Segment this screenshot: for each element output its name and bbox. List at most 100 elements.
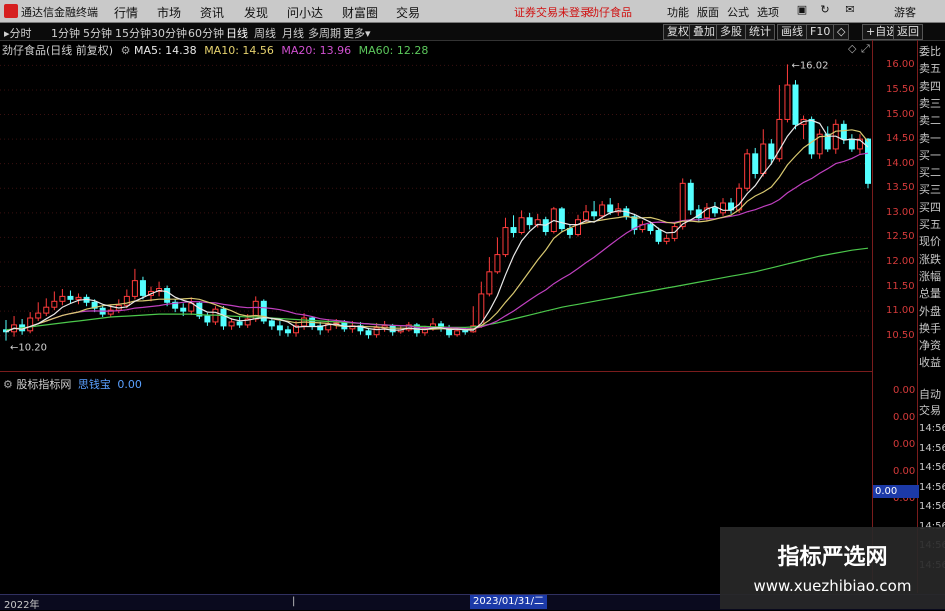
candle-up — [663, 237, 670, 242]
menu-item-trade[interactable]: 交易 — [396, 4, 420, 21]
quote-label: 买五 — [919, 218, 941, 231]
menu-item-market[interactable]: 行情 — [114, 4, 138, 21]
quote-label: 卖三 — [919, 96, 941, 110]
menu-item-layout[interactable]: 版面 — [697, 4, 719, 20]
quote-label: 买一 — [919, 148, 941, 162]
candle-down — [236, 321, 243, 326]
period-tab-5min[interactable]: 5分钟 — [83, 25, 112, 41]
login-alert[interactable]: 证券交易未登录 — [514, 4, 591, 20]
back-button[interactable]: 返回 — [893, 24, 923, 40]
period-tab-1min[interactable]: 1分钟 — [51, 25, 80, 41]
quote-label: 外盘 — [919, 304, 941, 318]
period-tab-more[interactable]: 更多▾ — [343, 25, 371, 41]
statistics-button[interactable]: 统计 — [745, 24, 775, 40]
candle-down — [365, 330, 372, 336]
trade-time: 14:56 — [919, 423, 945, 434]
candle-up — [486, 271, 493, 295]
candle-up — [454, 330, 461, 336]
candle-up — [252, 300, 259, 320]
period-tab-multi[interactable]: 多周期 — [308, 25, 341, 41]
high-annotation: ←16.02 — [791, 60, 828, 71]
indicator-value: 0.00 — [117, 378, 142, 391]
menu-item-news[interactable]: 资讯 — [200, 4, 224, 21]
period-tab-intraday[interactable]: ▸分时 — [4, 25, 32, 41]
mail-icon[interactable]: ✉ — [843, 3, 857, 17]
price-tick-label: 12.50 — [886, 231, 915, 243]
candle-up — [784, 84, 791, 120]
trade-time: 14:56 — [919, 442, 945, 454]
candle-down — [607, 204, 614, 213]
candle-down — [655, 230, 662, 242]
candle-up — [744, 153, 751, 189]
period-tab-15min[interactable]: 15分钟 — [115, 25, 151, 41]
chevron-down-icon: ▾ — [365, 27, 371, 40]
candle-up — [502, 227, 509, 256]
quote-label: 收益 — [919, 356, 941, 370]
price-tick-label: 14.00 — [886, 157, 915, 169]
indicator-settings-icon[interactable]: ⚙ — [3, 378, 13, 391]
price-axis-divider — [872, 40, 873, 593]
quote-label: 委比 — [919, 45, 941, 58]
trade-time: 14:56 — [919, 462, 945, 473]
skin-icon[interactable]: ▣ — [795, 3, 809, 17]
candle-up — [494, 254, 501, 273]
indicator-source: 股标指标网 — [16, 378, 72, 391]
period-tab-60min[interactable]: 60分钟 — [188, 25, 224, 41]
quote-label: 买四 — [919, 200, 941, 214]
indicator-side-label[interactable]: 交易 — [919, 402, 941, 418]
indicator-name[interactable]: 思钱宝 — [78, 378, 111, 391]
price-tick-label: 13.50 — [886, 182, 915, 194]
candle-up — [59, 295, 66, 302]
price-tick-label: 11.00 — [886, 305, 915, 317]
period-tab-monthly[interactable]: 月线 — [282, 25, 304, 41]
menu-bar: 通达信金融终端 行情 市场 资讯 发现 问小达 财富圈 交易 证券交易未登录 劲… — [0, 0, 945, 23]
candle-down — [462, 330, 469, 333]
f10-button[interactable]: F10 — [806, 24, 835, 40]
candle-down — [526, 217, 533, 226]
refresh-icon[interactable]: ↻ — [818, 3, 832, 17]
period-tab-daily[interactable]: 日线 — [226, 25, 248, 41]
candle-down — [848, 138, 855, 150]
candle-down — [180, 307, 187, 312]
candle-down — [389, 325, 396, 333]
candle-down — [808, 118, 815, 155]
menu-item-options[interactable]: 选项 — [757, 4, 779, 20]
candle-down — [647, 224, 654, 232]
candle-up — [27, 317, 34, 332]
candlestick-chart[interactable]: ←16.02 ←10.20 — [0, 40, 918, 595]
price-tick-label: 15.00 — [886, 108, 915, 120]
menu-item-function[interactable]: 功能 — [667, 4, 689, 20]
menu-item-formula[interactable]: 公式 — [727, 4, 749, 20]
menu-item-markets[interactable]: 市场 — [157, 4, 181, 21]
period-tab-30min[interactable]: 30分钟 — [151, 25, 187, 41]
candle-up — [760, 143, 767, 175]
candle-down — [139, 280, 146, 296]
guest-label[interactable]: 游客 — [894, 4, 916, 20]
menu-item-ask[interactable]: 问小达 — [287, 4, 323, 21]
candle-down — [164, 288, 171, 303]
ma20-line — [5, 152, 869, 333]
candle-down — [792, 84, 799, 125]
candle-down — [284, 329, 291, 334]
mark-button[interactable]: ◇ — [833, 24, 850, 40]
quote-label: 换手 — [919, 321, 941, 335]
overlay-button[interactable]: 叠加 — [689, 24, 719, 40]
menu-item-discover[interactable]: 发现 — [244, 4, 268, 21]
candle-up — [51, 300, 58, 308]
candle-down — [687, 182, 694, 211]
quote-label: 总量 — [919, 287, 941, 301]
period-toolbar: ▸分时 1分钟 5分钟 15分钟 30分钟 60分钟 日线 周线 月线 多周期 … — [0, 23, 945, 41]
price-tick-label: 15.50 — [886, 83, 915, 95]
candle-up — [574, 219, 581, 235]
menu-item-wealth[interactable]: 财富圈 — [342, 4, 378, 21]
period-tab-weekly[interactable]: 周线 — [254, 25, 276, 41]
indicator-tick-label: 0.00 — [893, 412, 916, 423]
indicator-current-value: 0.00 — [873, 485, 919, 498]
indicator-side-label[interactable]: 自动 — [919, 386, 941, 402]
candle-up — [43, 306, 50, 314]
price-tick-label: 13.00 — [886, 206, 915, 218]
quote-label: 现价 — [919, 235, 941, 249]
quote-label: 买三 — [919, 183, 941, 197]
multi-stock-button[interactable]: 多股 — [716, 24, 746, 40]
draw-line-button[interactable]: 画线 — [777, 24, 807, 40]
